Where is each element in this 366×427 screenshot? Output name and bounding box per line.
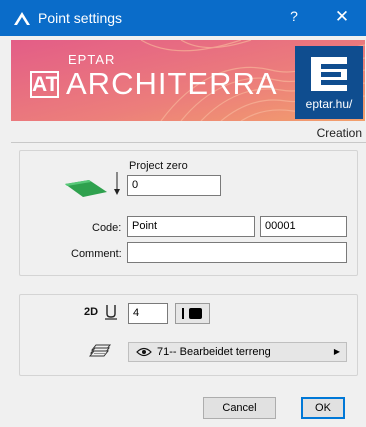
brand-architerra: ARCHITERRA [66, 66, 278, 101]
chevron-right-icon: ▶ [333, 347, 340, 356]
architerra-logo-mark: AT [30, 71, 59, 98]
layer-stack-icon [88, 344, 112, 357]
brand-eptar: EPTAR [68, 52, 116, 67]
elevation-plane-icon [65, 172, 120, 197]
ok-button[interactable]: OK [301, 397, 345, 419]
close-button[interactable]: ✕ [332, 7, 352, 27]
code-label: Code: [92, 222, 122, 234]
pen-color-button[interactable] [175, 303, 210, 324]
app-icon [14, 12, 30, 25]
eptar-e-icon [311, 57, 347, 91]
cancel-button[interactable]: Cancel [203, 397, 276, 419]
comment-input[interactable] [127, 242, 347, 263]
layer-dropdown[interactable]: 71-- Bearbeidet terreng ▶ [128, 342, 347, 362]
section-title-creation: Creation [316, 126, 362, 140]
code-input[interactable]: Point [127, 216, 255, 237]
display-settings-group: 2D 4 71-- Bearbeidet terreng ▶ [19, 294, 358, 376]
product-banner: AT EPTAR ARCHITERRA eptar.hu/ [11, 40, 365, 121]
pen-weight-swatch [182, 308, 184, 319]
title-bar: Point settings ? ✕ [0, 0, 366, 36]
layer-dropdown-value: 71-- Bearbeidet terreng [157, 346, 271, 358]
eptar-url: eptar.hu/ [305, 97, 353, 111]
eptar-badge: eptar.hu/ [295, 46, 363, 119]
window-title: Point settings [38, 10, 123, 26]
point-settings-group: Project zero 0 Code: Point 00001 Comment… [19, 150, 358, 276]
eye-icon [136, 347, 152, 357]
project-zero-label: Project zero [129, 160, 188, 172]
pen-color-swatch [189, 308, 202, 319]
display-2d-label: 2D [84, 306, 99, 318]
pen-number-input[interactable]: 4 [128, 303, 168, 324]
code-number-input[interactable]: 00001 [260, 216, 347, 237]
pen-icon [105, 305, 117, 320]
section-divider [11, 142, 366, 143]
project-zero-input[interactable]: 0 [127, 175, 221, 196]
help-button[interactable]: ? [286, 8, 302, 24]
comment-label: Comment: [71, 248, 122, 260]
